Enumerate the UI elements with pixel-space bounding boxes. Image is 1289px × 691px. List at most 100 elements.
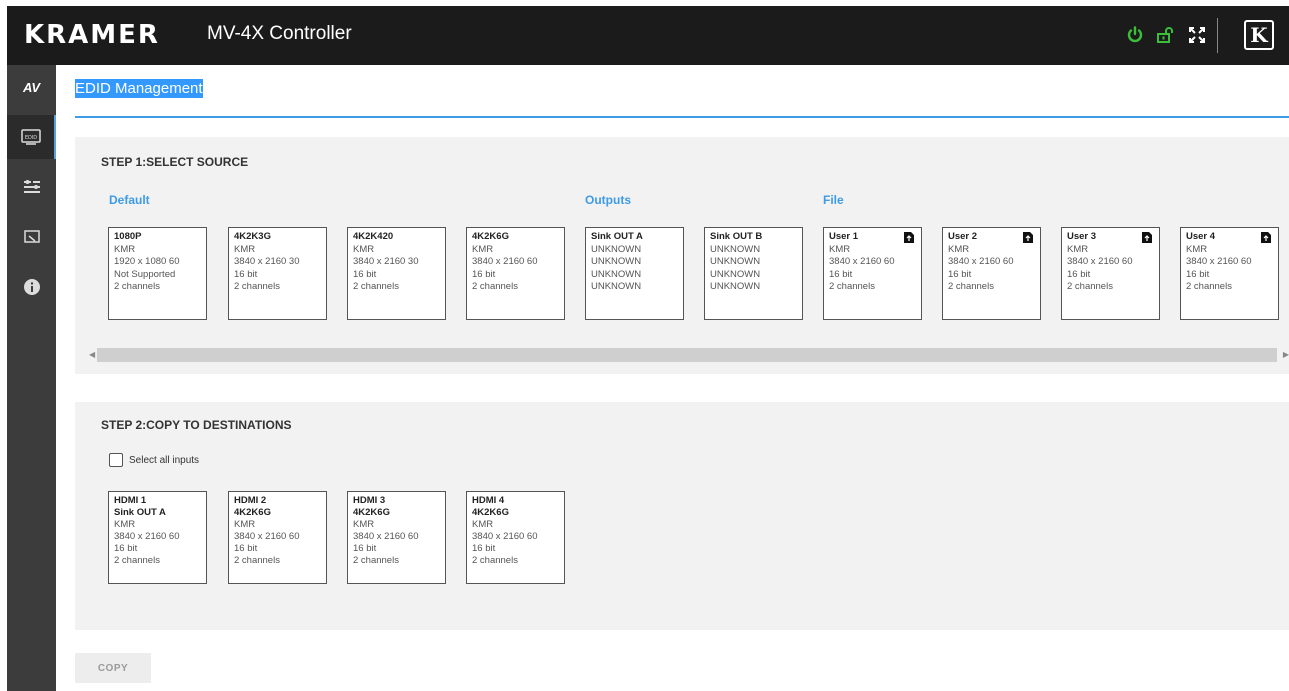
card-name: 4K2K3G bbox=[234, 231, 271, 242]
scrollbar-thumb[interactable] bbox=[97, 348, 1277, 362]
group-default-label: Default bbox=[109, 193, 150, 207]
card-line: 16 bit bbox=[1067, 268, 1091, 280]
destination-card[interactable]: HDMI 1 Sink OUT A KMR 3840 x 2160 60 16 … bbox=[108, 491, 207, 584]
card-line: 2 channels bbox=[353, 555, 399, 566]
edid-source-card[interactable]: Sink OUT B UNKNOWN UNKNOWN UNKNOWN UNKNO… bbox=[704, 227, 803, 320]
horizontal-scrollbar[interactable]: ◀ ▶ bbox=[89, 348, 1289, 362]
card-name: 4K2K420 bbox=[353, 231, 394, 242]
info-icon bbox=[23, 279, 40, 295]
file-upload-icon[interactable] bbox=[904, 232, 914, 243]
card-name: User 2 bbox=[948, 231, 978, 242]
card-line: KMR bbox=[114, 519, 136, 530]
card-line: 16 bit bbox=[234, 268, 258, 280]
copy-button[interactable]: COPY bbox=[75, 653, 151, 683]
card-line: KMR bbox=[472, 243, 494, 255]
destination-edid: 4K2K6G bbox=[472, 507, 509, 518]
step1-panel: STEP 1:SELECT SOURCE Default Outputs Fil… bbox=[75, 137, 1289, 374]
edid-source-card[interactable]: User 3 KMR 3840 x 2160 60 16 bit 2 chann… bbox=[1061, 227, 1160, 320]
top-divider bbox=[1217, 18, 1218, 53]
edid-source-card[interactable]: User 4 KMR 3840 x 2160 60 16 bit 2 chann… bbox=[1180, 227, 1279, 320]
card-name: 4K2K6G bbox=[472, 231, 509, 242]
settings-sliders-icon bbox=[23, 180, 40, 193]
card-line: 3840 x 2160 60 bbox=[472, 256, 538, 267]
select-all-label: Select all inputs bbox=[129, 454, 200, 466]
destination-card[interactable]: HDMI 2 4K2K6G KMR 3840 x 2160 60 16 bit … bbox=[228, 491, 327, 584]
display-icon bbox=[23, 230, 40, 243]
card-line: KMR bbox=[234, 243, 256, 255]
file-upload-icon[interactable] bbox=[1023, 232, 1033, 243]
card-name: 1080P bbox=[114, 231, 142, 242]
card-line: 2 channels bbox=[234, 555, 280, 566]
sidebar-item-settings[interactable] bbox=[7, 165, 56, 209]
step1-title: STEP 1:SELECT SOURCE bbox=[101, 155, 249, 169]
card-line: KMR bbox=[472, 519, 494, 530]
card-name: User 1 bbox=[829, 231, 859, 242]
card-line: UNKNOWN bbox=[710, 256, 761, 267]
card-name: User 3 bbox=[1067, 231, 1097, 242]
kramer-logo: KRAMER bbox=[24, 20, 160, 50]
card-line: 16 bit bbox=[1186, 268, 1210, 280]
destination-edid: Sink OUT A bbox=[114, 507, 166, 518]
card-line: UNKNOWN bbox=[710, 243, 761, 255]
destination-input: HDMI 1 bbox=[114, 495, 147, 506]
card-line: KMR bbox=[829, 243, 851, 255]
card-line: 16 bit bbox=[114, 543, 138, 554]
card-line: 2 channels bbox=[472, 281, 518, 292]
card-line: 3840 x 2160 60 bbox=[353, 531, 419, 542]
select-all-checkbox[interactable] bbox=[109, 453, 123, 467]
app-title: MV-4X Controller bbox=[207, 23, 352, 44]
card-line: 2 channels bbox=[353, 281, 399, 292]
destination-edid: 4K2K6G bbox=[353, 507, 390, 518]
card-line: KMR bbox=[1186, 243, 1208, 255]
card-line: 3840 x 2160 60 bbox=[948, 256, 1014, 267]
card-line: UNKNOWN bbox=[591, 243, 642, 255]
card-line: KMR bbox=[1067, 243, 1089, 255]
unlock-icon[interactable] bbox=[1152, 22, 1178, 48]
scroll-right-icon[interactable]: ▶ bbox=[1283, 350, 1289, 359]
edid-source-card[interactable]: User 2 KMR 3840 x 2160 60 16 bit 2 chann… bbox=[942, 227, 1041, 320]
destination-input: HDMI 3 bbox=[353, 495, 386, 506]
file-upload-icon[interactable] bbox=[1142, 232, 1152, 243]
edid-source-card[interactable]: 1080P KMR 1920 x 1080 60 Not Supported 2… bbox=[108, 227, 207, 320]
card-line: 3840 x 2160 60 bbox=[829, 256, 895, 267]
sidebar-item-display[interactable] bbox=[7, 215, 56, 259]
edid-source-card[interactable]: 4K2K3G KMR 3840 x 2160 30 16 bit 2 chann… bbox=[228, 227, 327, 320]
card-line: 2 channels bbox=[114, 555, 160, 566]
card-line: KMR bbox=[114, 243, 136, 255]
sidebar-item-av[interactable]: AV bbox=[7, 65, 56, 109]
card-line: 16 bit bbox=[353, 268, 377, 280]
card-line: UNKNOWN bbox=[591, 281, 642, 292]
card-line: UNKNOWN bbox=[710, 281, 761, 292]
power-icon[interactable] bbox=[1122, 22, 1148, 48]
destination-card[interactable]: HDMI 4 4K2K6G KMR 3840 x 2160 60 16 bit … bbox=[466, 491, 565, 584]
card-name: User 4 bbox=[1186, 231, 1216, 242]
kramer-k-icon: K bbox=[1244, 20, 1274, 50]
sidebar-item-info[interactable] bbox=[7, 265, 56, 309]
card-line: Not Supported bbox=[114, 268, 176, 280]
file-upload-icon[interactable] bbox=[1261, 232, 1271, 243]
edid-source-card[interactable]: Sink OUT A UNKNOWN UNKNOWN UNKNOWN UNKNO… bbox=[585, 227, 684, 320]
top-bar: KRAMER MV-4X Controller K bbox=[7, 6, 1289, 65]
sidebar-item-edid[interactable]: EDID bbox=[7, 115, 56, 159]
edid-source-card[interactable]: User 1 KMR 3840 x 2160 60 16 bit 2 chann… bbox=[823, 227, 922, 320]
card-line: 1920 x 1080 60 bbox=[114, 256, 180, 267]
edid-source-card[interactable]: 4K2K6G KMR 3840 x 2160 60 16 bit 2 chann… bbox=[466, 227, 565, 320]
card-line: 3840 x 2160 60 bbox=[234, 531, 300, 542]
fullscreen-icon[interactable] bbox=[1184, 22, 1210, 48]
destination-edid: 4K2K6G bbox=[234, 507, 271, 518]
destination-card[interactable]: HDMI 3 4K2K6G KMR 3840 x 2160 60 16 bit … bbox=[347, 491, 446, 584]
page-title: EDID Management bbox=[75, 79, 203, 98]
select-all-inputs[interactable]: Select all inputs bbox=[109, 453, 199, 467]
edid-source-card[interactable]: 4K2K420 KMR 3840 x 2160 30 16 bit 2 chan… bbox=[347, 227, 446, 320]
card-line: 2 channels bbox=[1067, 281, 1113, 292]
destination-input: HDMI 4 bbox=[472, 495, 505, 506]
app-window: KRAMER MV-4X Controller K AV EDID EDID M… bbox=[0, 0, 1289, 691]
step2-title: STEP 2:COPY TO DESTINATIONS bbox=[101, 418, 292, 432]
group-outputs-label: Outputs bbox=[585, 193, 631, 207]
edid-icon: EDID bbox=[20, 129, 41, 145]
card-line: UNKNOWN bbox=[591, 256, 642, 267]
card-line: 3840 x 2160 60 bbox=[1067, 256, 1133, 267]
card-line: 16 bit bbox=[472, 268, 496, 280]
card-line: 2 channels bbox=[114, 281, 160, 292]
scroll-left-icon[interactable]: ◀ bbox=[89, 350, 95, 359]
